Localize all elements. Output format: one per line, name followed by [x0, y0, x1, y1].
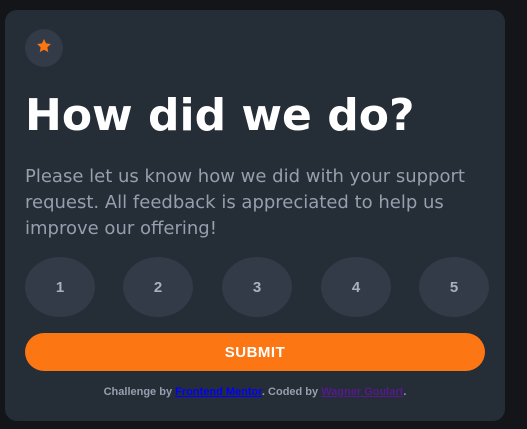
submit-button[interactable]: SUBMIT — [25, 333, 485, 371]
card-title: How did we do? — [25, 90, 415, 141]
rating-button-2[interactable]: 2 — [123, 257, 193, 317]
attribution: Challenge by Frontend Mentor. Coded by W… — [5, 386, 505, 398]
rating-button-4[interactable]: 4 — [321, 257, 391, 317]
frontend-mentor-link[interactable]: Frontend Mentor — [175, 386, 262, 398]
rating-button-1[interactable]: 1 — [25, 257, 95, 317]
star-icon — [36, 38, 52, 59]
rating-options: 1 2 3 4 5 — [25, 257, 489, 317]
attribution-suffix: . — [403, 386, 407, 398]
card-description: Please let us know how we did with your … — [25, 166, 465, 239]
star-badge — [25, 29, 63, 67]
author-link[interactable]: Wagner Goulart — [321, 386, 403, 398]
attribution-middle: . Coded by — [261, 386, 322, 398]
rating-button-3[interactable]: 3 — [222, 257, 292, 317]
attribution-prefix: Challenge by — [103, 386, 176, 398]
rating-button-5[interactable]: 5 — [419, 257, 489, 317]
rating-card: How did we do? Please let us know how we… — [5, 10, 505, 421]
